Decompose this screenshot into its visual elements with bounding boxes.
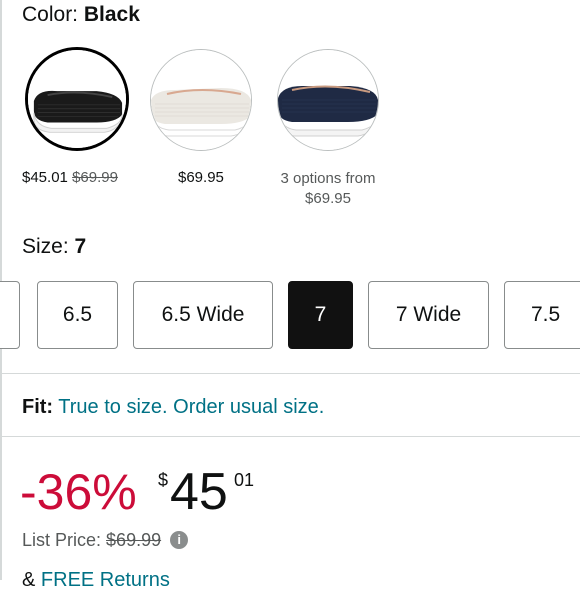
list-price-value: $69.99 <box>106 530 162 550</box>
black-shoe-image <box>28 50 126 148</box>
list-price-label: List Price: <box>22 530 102 550</box>
info-icon[interactable]: i <box>170 531 189 550</box>
swatch-white-price: $69.95 <box>178 169 224 186</box>
white-shoe-image <box>151 50 251 150</box>
divider-bottom <box>0 436 580 437</box>
size-label: Size: <box>22 235 69 258</box>
swatch-navy-price: 3 options from $69.95 <box>276 169 380 209</box>
returns-prefix: & <box>22 569 36 591</box>
size-selection-label: Size: 7 <box>22 235 86 259</box>
swatch-black-list-price: $69.99 <box>72 169 118 186</box>
price-fraction: 01 <box>234 470 255 490</box>
size-option-7-wide[interactable]: 7 Wide <box>368 281 489 349</box>
list-price-row: List Price: $69.99 i <box>22 530 189 551</box>
size-option-previous[interactable] <box>0 281 20 349</box>
size-value: 7 <box>74 235 87 258</box>
color-value: Black <box>83 3 140 26</box>
divider-top <box>0 373 580 374</box>
discount-percentage: -36% <box>20 464 137 520</box>
swatch-black-price: $45.01 $69.99 <box>22 169 118 186</box>
free-returns-link[interactable]: FREE Returns <box>41 569 170 591</box>
color-label: Color: <box>22 3 79 26</box>
swatch-navy-options-text: 3 options from <box>280 170 376 187</box>
navy-shoe-image <box>278 50 378 150</box>
color-selection-label: Color: Black <box>22 3 140 27</box>
fit-info: Fit: True to size. Order usual size. <box>22 396 324 419</box>
swatch-black-sale-price: $45.01 <box>22 169 68 186</box>
size-option-6-5[interactable]: 6.5 <box>37 281 118 349</box>
color-swatch-navy[interactable] <box>277 49 379 151</box>
price-whole: 45 <box>170 463 228 521</box>
swatch-navy-from-price: $69.95 <box>305 190 351 207</box>
fit-label: Fit: <box>22 396 54 418</box>
size-option-7-5[interactable]: 7.5 <box>504 281 580 349</box>
color-swatch-white[interactable] <box>150 49 252 151</box>
fit-text[interactable]: True to size. Order usual size. <box>58 396 324 418</box>
size-option-6-5-wide[interactable]: 6.5 Wide <box>133 281 273 349</box>
returns-info: & FREE Returns <box>22 569 170 592</box>
color-swatch-black[interactable] <box>25 47 129 151</box>
price-currency-symbol: $ <box>158 470 169 490</box>
size-option-7[interactable]: 7 <box>288 281 353 349</box>
